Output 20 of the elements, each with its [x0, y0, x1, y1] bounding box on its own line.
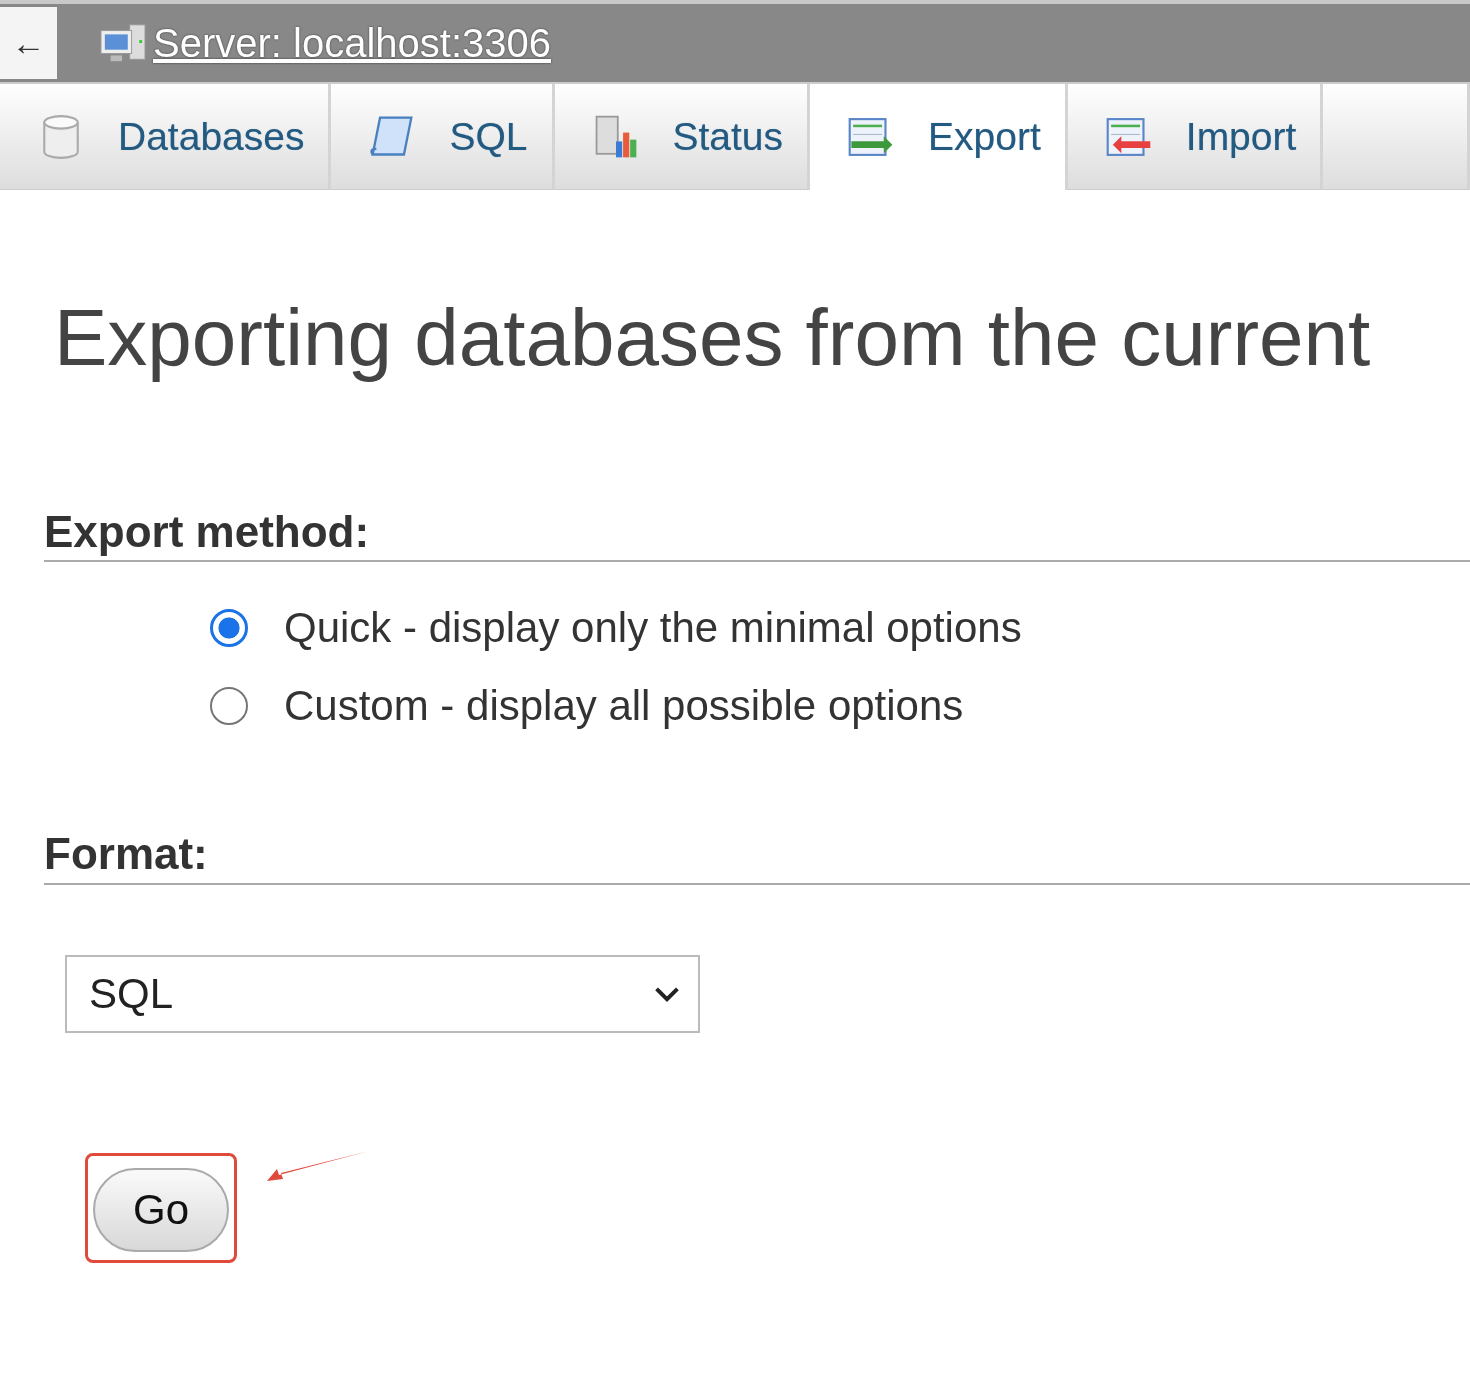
tab-label: Export — [928, 115, 1041, 159]
tab-label: Status — [672, 114, 784, 159]
go-button[interactable]: Go — [93, 1167, 229, 1252]
tab[interactable]: SQL — [331, 84, 555, 190]
radio-button[interactable] — [210, 609, 248, 648]
server-link[interactable]: Server: localhost:3306 — [153, 20, 551, 66]
radio-label: Quick - display only the minimal options — [284, 604, 1022, 653]
tab[interactable]: Status — [554, 84, 811, 190]
radio-button[interactable] — [210, 687, 248, 726]
section-heading: Export method: — [44, 508, 1470, 563]
back-button[interactable]: ← — [0, 7, 57, 79]
tab-label: Import — [1185, 114, 1297, 159]
tab[interactable]: Databases — [0, 84, 332, 190]
radio-label: Custom - display all possible options — [284, 682, 964, 731]
format-dropdown[interactable]: SQL — [65, 954, 700, 1033]
tab[interactable]: Import — [1067, 84, 1324, 190]
caret-icon — [654, 985, 680, 1002]
tab-label: Databases — [118, 114, 305, 159]
section-heading: Format: — [44, 830, 1470, 885]
tab-label: SQL — [449, 114, 528, 159]
